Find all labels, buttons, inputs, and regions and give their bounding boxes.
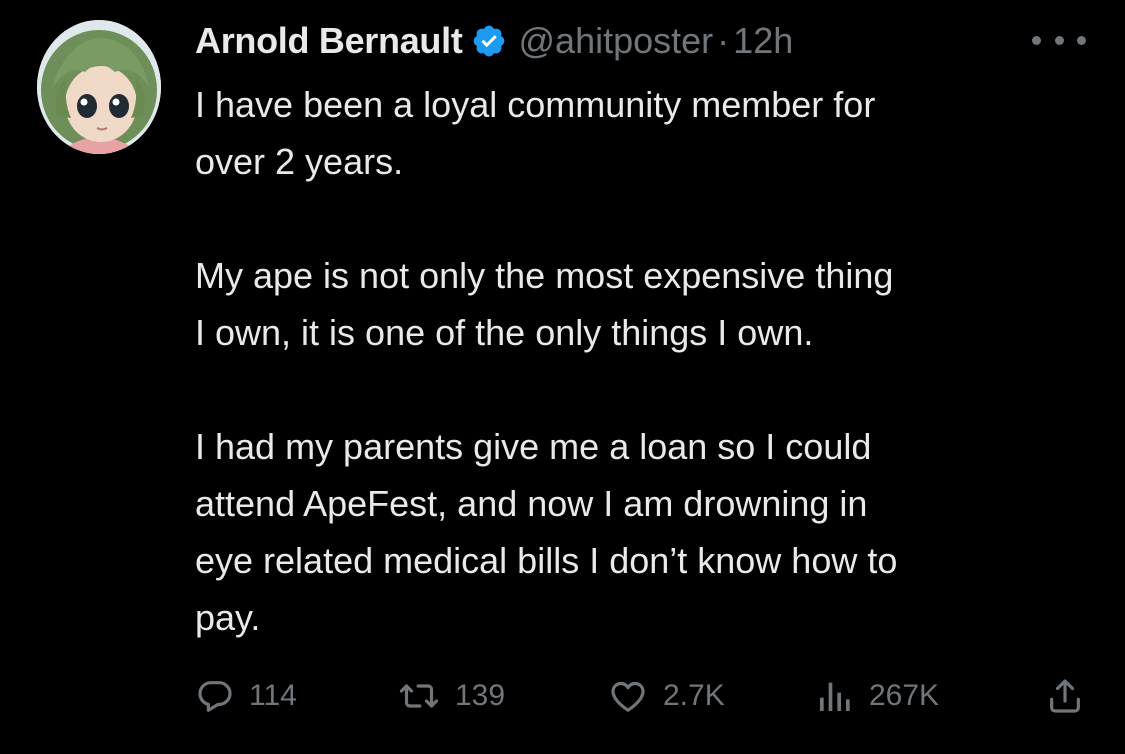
retweet-count: 139 (455, 679, 506, 712)
share-icon (1045, 676, 1085, 716)
tweet: Arnold Bernault @ahitposter · 12h I have… (0, 0, 1125, 754)
tweet-header: Arnold Bernault @ahitposter · 12h (195, 16, 793, 66)
reply-icon (195, 676, 235, 716)
tweet-paragraph: I have been a loyal community member for… (195, 76, 1105, 190)
tweet-line: My ape is not only the most expensive th… (195, 255, 894, 296)
tweet-line: pay. (195, 597, 261, 638)
avatar-image (37, 20, 161, 154)
tweet-line: I own, it is one of the only things I ow… (195, 312, 814, 353)
author-handle[interactable]: @ahitposter (519, 20, 714, 62)
tweet-timestamp[interactable]: 12h (733, 20, 793, 62)
tweet-paragraph: I had my parents give me a loan so I cou… (195, 418, 1105, 646)
tweet-line: eye related medical bills I don’t know h… (195, 540, 898, 581)
tweet-line: over 2 years. (195, 141, 404, 182)
like-count: 2.7K (663, 679, 725, 712)
like-button[interactable]: 2.7K (607, 668, 725, 724)
heart-icon (607, 676, 649, 716)
tweet-text: I have been a loyal community member for… (195, 76, 1105, 646)
separator-dot: · (717, 20, 730, 61)
views-button[interactable]: 267K (815, 668, 939, 724)
retweet-icon (397, 676, 441, 716)
tweet-line: attend ApeFest, and now I am drowning in (195, 483, 868, 524)
tweet-line: I had my parents give me a loan so I cou… (195, 426, 872, 467)
verified-badge-icon[interactable] (471, 23, 507, 59)
reply-count: 114 (249, 679, 297, 712)
tweet-paragraph: My ape is not only the most expensive th… (195, 247, 1105, 361)
share-button[interactable] (1045, 668, 1085, 724)
tweet-line: I have been a loyal community member for (195, 84, 876, 125)
tweet-actions: 114 139 2.7K 267K (195, 668, 1085, 724)
views-icon (815, 676, 855, 716)
avatar[interactable] (37, 20, 161, 154)
author-display-name[interactable]: Arnold Bernault (195, 20, 463, 62)
views-count: 267K (869, 679, 940, 712)
retweet-button[interactable]: 139 (397, 668, 505, 724)
more-options-icon[interactable] (1032, 22, 1086, 58)
reply-button[interactable]: 114 (195, 668, 297, 724)
